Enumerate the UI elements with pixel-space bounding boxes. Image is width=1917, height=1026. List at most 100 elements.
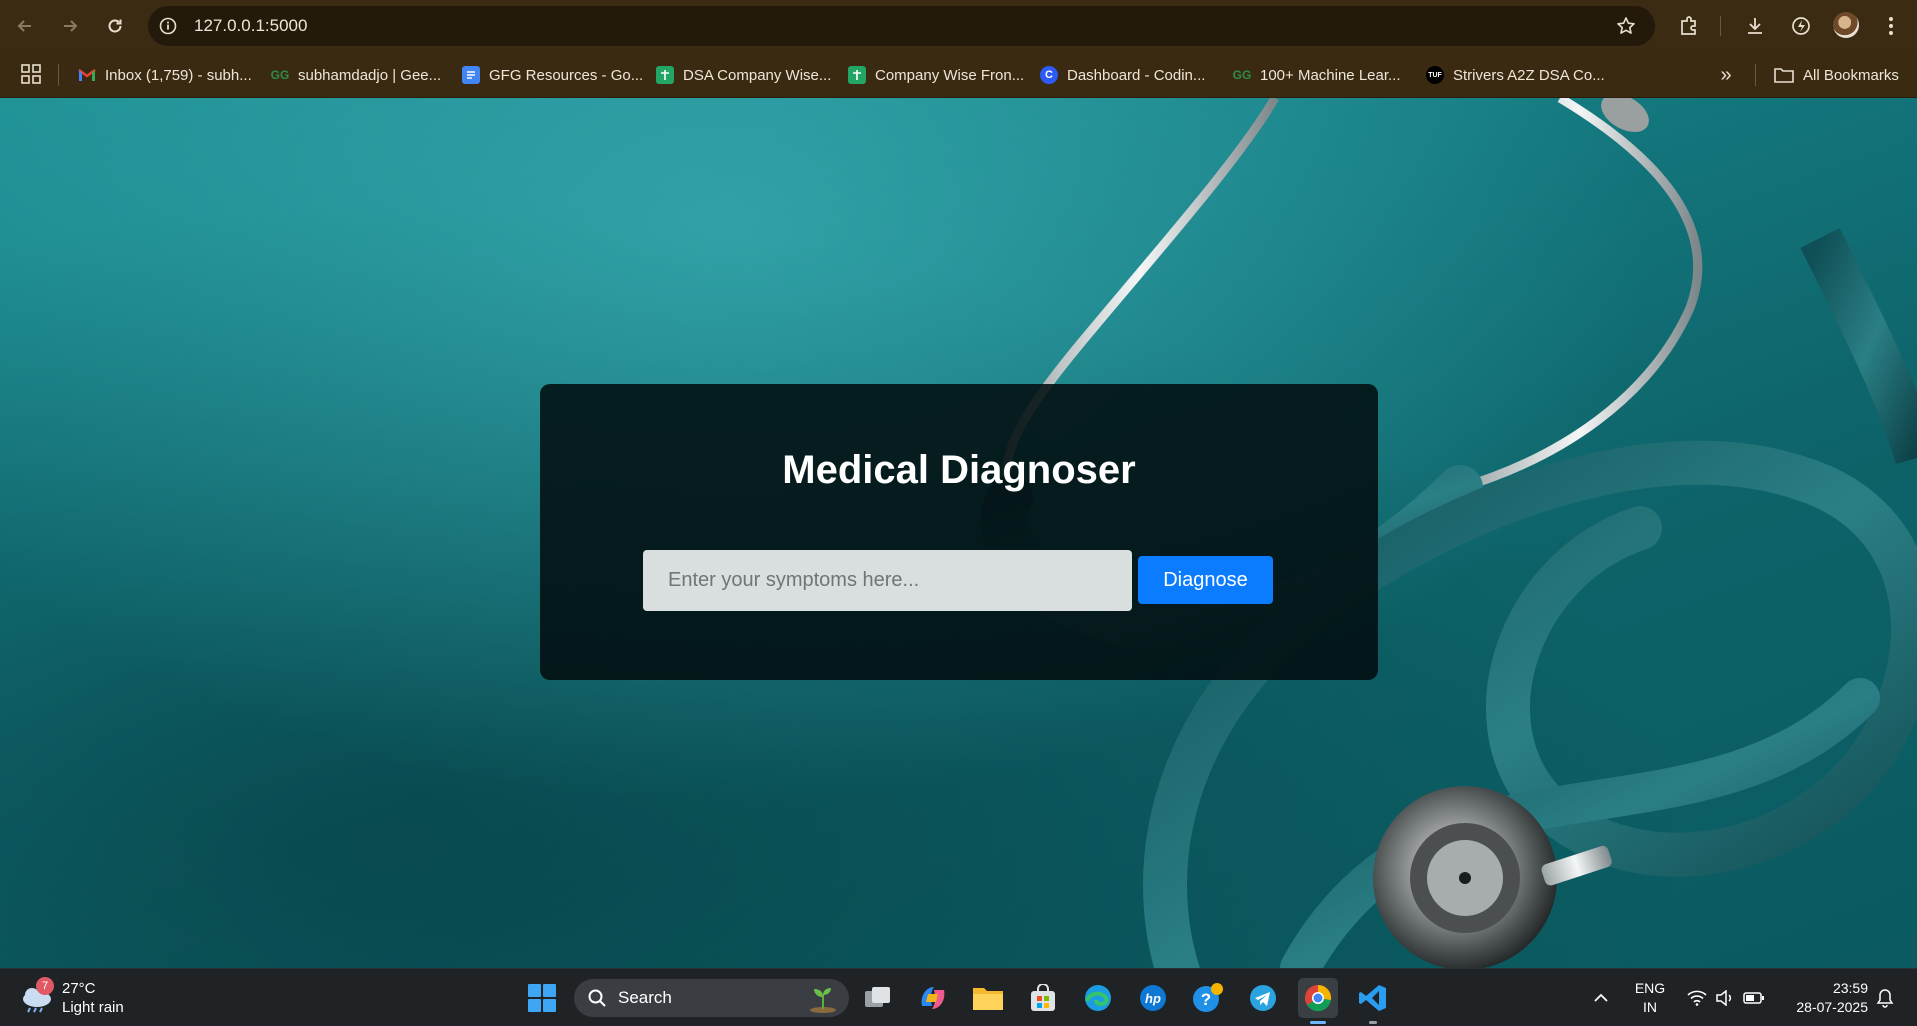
windows-logo-icon: [528, 984, 556, 1012]
edge-button[interactable]: [1078, 978, 1118, 1018]
takeuforward-icon: TUF: [1426, 66, 1444, 84]
hp-icon: hp: [1140, 985, 1166, 1011]
help-icon: ?: [1193, 983, 1223, 1012]
bookmarks-divider: [1755, 64, 1756, 86]
bookmark-label: Strivers A2Z DSA Co...: [1453, 66, 1605, 84]
browser-toolbar: 127.0.0.1:5000: [0, 0, 1917, 52]
battery-icon[interactable]: [1741, 969, 1767, 1026]
weather-condition: Light rain: [62, 999, 124, 1016]
page-viewport: Medical Diagnoser Diagnose: [0, 98, 1917, 968]
google-docs-icon: [462, 66, 480, 84]
svg-text:?: ?: [1201, 990, 1211, 1009]
search-icon: [588, 989, 606, 1007]
taskbar-search[interactable]: Search: [574, 979, 849, 1017]
site-info-icon[interactable]: [158, 16, 178, 36]
bookmark-strivers-a2z[interactable]: TUF Strivers A2Z DSA Co...: [1426, 52, 1605, 98]
bookmark-machine-learning[interactable]: GG 100+ Machine Lear...: [1233, 52, 1401, 98]
bookmark-label: DSA Company Wise...: [683, 66, 832, 84]
symptoms-input[interactable]: [643, 550, 1132, 611]
gmail-icon: [78, 66, 96, 84]
arrow-right-icon: [64, 20, 78, 32]
windows-start-button[interactable]: [522, 978, 562, 1018]
clock-date: 28-07-2025: [1796, 999, 1868, 1015]
extensions-icon[interactable]: [1676, 13, 1702, 39]
page-title: Medical Diagnoser: [782, 448, 1136, 492]
weather-badge: 7: [36, 977, 54, 995]
arrow-left-icon: [17, 20, 31, 32]
clock-time: 23:59: [1832, 980, 1868, 996]
codolio-icon: C: [1040, 66, 1058, 84]
weather-widget[interactable]: 7 27°C Light rain: [20, 977, 124, 1019]
search-label: Search: [618, 988, 672, 1007]
menu-kebab-icon[interactable]: [1878, 13, 1904, 39]
running-app-indicator: [1369, 1021, 1377, 1024]
folder-icon: [1774, 68, 1794, 83]
svg-text:hp: hp: [1145, 991, 1161, 1006]
system-clock[interactable]: 23:59 28-07-2025: [1778, 979, 1868, 1017]
bookmarks-divider: [58, 64, 59, 86]
bookmark-gmail[interactable]: Inbox (1,759) - subh...: [78, 52, 252, 98]
weather-temp: 27°C: [62, 980, 96, 997]
wifi-icon[interactable]: [1684, 969, 1710, 1026]
toolbar-divider: [1720, 16, 1721, 36]
task-view-button[interactable]: [858, 978, 898, 1018]
bookmark-geeksforgeeks-profile[interactable]: GG subhamdadjo | Gee...: [271, 52, 441, 98]
vscode-icon: [1359, 985, 1386, 1011]
vs-code-button[interactable]: [1353, 978, 1393, 1024]
bookmark-label: Company Wise Fron...: [875, 66, 1025, 84]
volume-icon[interactable]: [1712, 969, 1738, 1026]
edge-icon: [1085, 985, 1111, 1011]
browser-chrome: 127.0.0.1:5000 Inbox (1,759) - subh... G…: [0, 0, 1917, 98]
rain-cloud-icon: 7: [20, 977, 54, 1013]
bookmark-dsa-company-wise[interactable]: DSA Company Wise...: [656, 52, 831, 98]
bookmark-label: GFG Resources - Go...: [489, 66, 644, 84]
notification-bell-icon[interactable]: [1872, 969, 1898, 1026]
diagnosis-card: Medical Diagnoser Diagnose: [540, 384, 1378, 680]
file-explorer-button[interactable]: [968, 978, 1008, 1018]
telegram-icon: [1250, 985, 1276, 1011]
bookmark-dashboard-coding[interactable]: C Dashboard - Codin...: [1040, 52, 1205, 98]
show-hidden-icons-chevron-icon[interactable]: [1588, 969, 1614, 1026]
hp-button[interactable]: hp: [1133, 978, 1173, 1018]
bookmark-company-wise-frontend[interactable]: Company Wise Fron...: [848, 52, 1024, 98]
bookmark-star-icon[interactable]: [1615, 15, 1637, 37]
region-code: IN: [1643, 999, 1657, 1015]
all-bookmarks-button[interactable]: All Bookmarks: [1774, 52, 1899, 98]
geeksforgeeks-icon: GG: [1232, 68, 1252, 82]
bookmark-gfg-resources[interactable]: GFG Resources - Go...: [462, 52, 643, 98]
all-bookmarks-label: All Bookmarks: [1803, 66, 1899, 84]
store-icon: [1031, 984, 1055, 1011]
get-help-button[interactable]: ?: [1188, 978, 1228, 1018]
reload-button[interactable]: [99, 10, 131, 42]
language-code: ENG: [1634, 980, 1666, 996]
input-language-indicator[interactable]: ENG IN: [1628, 979, 1672, 1017]
copilot-icon: [921, 987, 945, 1009]
active-app-indicator: [1310, 1021, 1326, 1024]
google-sheets-icon: [848, 66, 866, 84]
bookmark-label: Dashboard - Codin...: [1067, 66, 1206, 84]
bookmarks-bar: Inbox (1,759) - subh... GG subhamdadjo |…: [0, 52, 1917, 98]
google-sheets-icon: [656, 66, 674, 84]
bookmark-label: Inbox (1,759) - subh...: [105, 66, 252, 84]
url-text: 127.0.0.1:5000: [194, 16, 308, 35]
telegram-button[interactable]: [1243, 978, 1283, 1018]
chrome-button[interactable]: [1298, 978, 1338, 1024]
diagnose-button[interactable]: Diagnose: [1138, 556, 1273, 604]
copilot-button[interactable]: [913, 978, 953, 1018]
microsoft-store-button[interactable]: [1023, 978, 1063, 1018]
address-bar[interactable]: 127.0.0.1:5000: [148, 6, 1655, 46]
performance-icon[interactable]: [1788, 13, 1814, 39]
folder-icon: [973, 988, 1003, 1010]
windows-taskbar: 7 27°C Light rain Search hp ? ENG IN 23:…: [0, 968, 1917, 1026]
bookmark-label: 100+ Machine Lear...: [1260, 66, 1401, 84]
chrome-icon: [1304, 984, 1332, 1012]
profile-avatar[interactable]: [1833, 12, 1859, 38]
reload-icon: [108, 19, 122, 33]
more-bookmarks-chevron-icon[interactable]: »: [1714, 64, 1738, 86]
download-icon[interactable]: [1742, 13, 1768, 39]
back-button[interactable]: [9, 10, 41, 42]
forward-button[interactable]: [54, 10, 86, 42]
apps-grid-icon[interactable]: [20, 63, 42, 85]
task-view-icon: [865, 987, 890, 1007]
sprout-icon: [810, 988, 836, 1013]
